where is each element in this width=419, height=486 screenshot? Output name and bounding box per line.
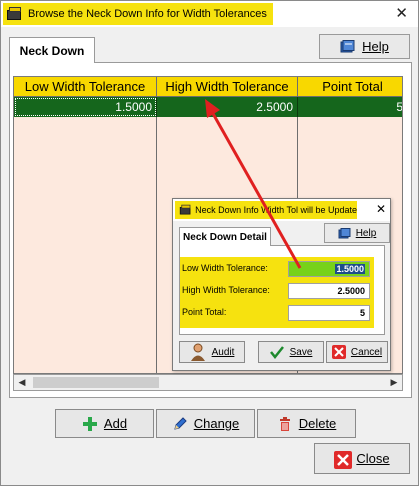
update-dialog: Neck Down Info Width Tol will be Update … (172, 198, 391, 371)
help-button[interactable]: Help (319, 34, 410, 59)
trash-icon (277, 416, 293, 432)
column-header-point-total[interactable]: Point Total (298, 77, 402, 97)
window-title: Browse the Neck Down Info for Width Tole… (28, 8, 267, 20)
dialog-help-book-icon (338, 227, 351, 239)
scroll-left-icon[interactable]: ◀ (14, 375, 30, 390)
cell-point-total[interactable]: 5 (298, 97, 402, 117)
audit-button[interactable]: Audit (179, 341, 245, 363)
field-point-total: Point Total: 5 (182, 305, 372, 323)
window-close-icon[interactable]: ✕ (395, 4, 408, 22)
low-width-value: 1.5000 (335, 264, 365, 274)
close-icon (334, 450, 353, 469)
field-label: Point Total: (182, 307, 227, 317)
checkmark-icon (269, 345, 284, 360)
change-button[interactable]: Change (156, 409, 255, 438)
tab-neck-down[interactable]: Neck Down (9, 37, 95, 63)
audit-label: Audit (211, 346, 235, 358)
cell-focus-outline (15, 98, 156, 116)
tab-neck-down-detail[interactable]: Neck Down Detail (179, 227, 271, 246)
dialog-title-bar: Neck Down Info Width Tol will be Update … (173, 199, 390, 221)
save-button[interactable]: Save (258, 341, 324, 363)
field-high-width: High Width Tolerance: 2.5000 (182, 283, 372, 301)
cancel-button[interactable]: Cancel (326, 341, 388, 363)
help-book-icon (340, 40, 356, 53)
cell-high-width[interactable]: 2.5000 (157, 97, 298, 117)
point-total-input[interactable]: 5 (288, 305, 370, 321)
scroll-right-icon[interactable]: ▶ (386, 375, 402, 390)
cancel-x-icon (331, 345, 346, 359)
field-low-width: Low Width Tolerance: 1.5000 (182, 261, 372, 279)
close-button[interactable]: Close (314, 443, 410, 474)
dialog-help-button[interactable]: Help (324, 223, 390, 243)
horizontal-scrollbar[interactable]: ◀ ▶ (13, 374, 403, 391)
audit-person-icon (190, 343, 206, 361)
title-highlight: Browse the Neck Down Info for Width Tole… (3, 3, 273, 25)
close-label: Close (356, 451, 390, 466)
dialog-app-icon (179, 204, 191, 216)
save-label: Save (289, 346, 313, 358)
add-button[interactable]: Add (55, 409, 154, 438)
column-header-high-width[interactable]: High Width Tolerance (157, 77, 298, 97)
column-header-low-width[interactable]: Low Width Tolerance (14, 77, 157, 97)
grid-column-divider (14, 77, 157, 373)
pencil-icon (172, 416, 188, 432)
dialog-title-highlight: Neck Down Info Width Tol will be Update (175, 201, 357, 219)
plus-icon (82, 416, 98, 432)
add-label: Add (103, 416, 128, 431)
delete-label: Delete (298, 416, 337, 431)
high-width-input[interactable]: 2.5000 (288, 283, 370, 299)
low-width-input[interactable]: 1.5000 (288, 261, 370, 277)
dialog-help-label: Help (355, 227, 377, 239)
title-bar: Browse the Neck Down Info for Width Tole… (1, 1, 418, 27)
field-label: Low Width Tolerance: (182, 263, 268, 273)
dialog-form: Low Width Tolerance: 1.5000 High Width T… (180, 257, 374, 328)
app-icon (7, 7, 23, 21)
change-label: Change (193, 416, 240, 431)
delete-button[interactable]: Delete (257, 409, 356, 438)
dialog-close-icon[interactable]: ✕ (376, 202, 386, 216)
dialog-title: Neck Down Info Width Tol will be Update (195, 205, 357, 215)
field-label: High Width Tolerance: (182, 285, 270, 295)
help-label: Help (362, 39, 389, 54)
cancel-label: Cancel (350, 346, 383, 358)
scroll-thumb[interactable] (33, 377, 159, 388)
